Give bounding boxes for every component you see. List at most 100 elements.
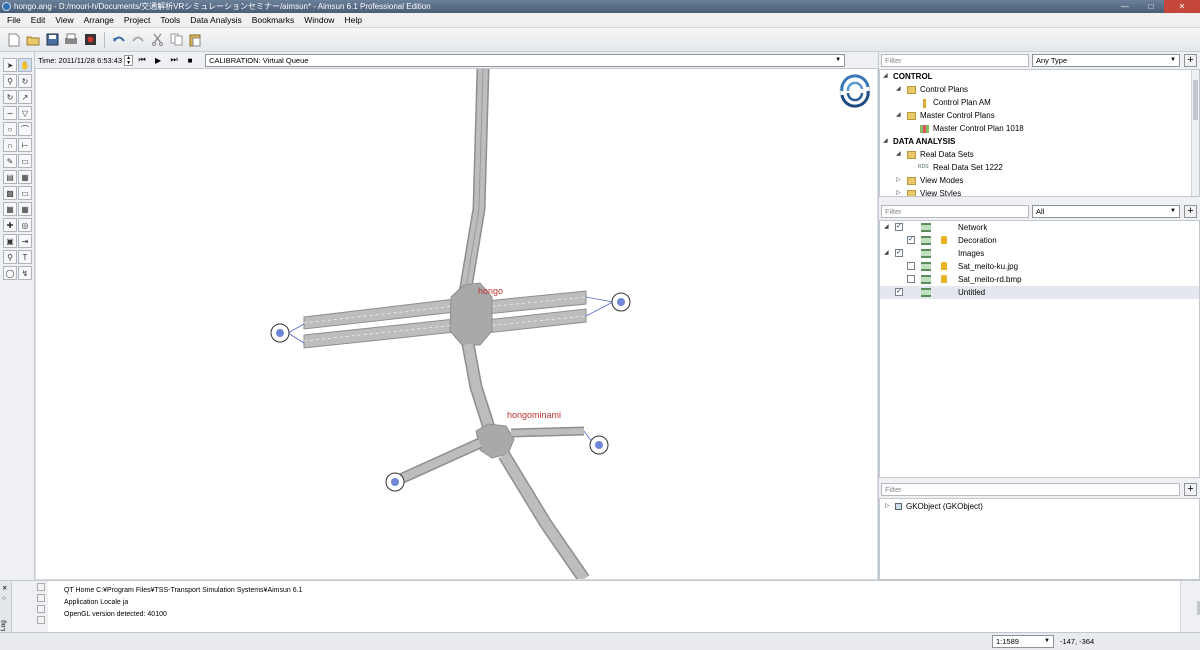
lock-icon[interactable] — [941, 275, 947, 283]
layer-untitled[interactable]: ✓ Untitled — [880, 286, 1199, 299]
collapse-arrow-icon[interactable]: ◢ — [896, 83, 904, 96]
record-icon[interactable] — [82, 32, 98, 48]
collapse-arrow-icon[interactable]: ◢ — [883, 135, 891, 148]
layer-checkbox[interactable] — [907, 262, 915, 270]
frame-icon[interactable]: ▭ — [18, 186, 32, 200]
pencil-icon[interactable]: ✎ — [3, 154, 17, 168]
scroll-thumb[interactable] — [1193, 80, 1198, 120]
save-icon[interactable] — [44, 32, 60, 48]
collapse-arrow-icon[interactable]: ◢ — [884, 221, 892, 234]
redo-icon[interactable] — [130, 32, 146, 48]
layer-checkbox[interactable]: ✓ — [895, 223, 903, 231]
centroid-icon[interactable]: ✚ — [3, 218, 17, 232]
pin-icon[interactable]: ○ — [2, 595, 6, 602]
layer-checkbox[interactable]: ✓ — [895, 249, 903, 257]
properties-filter-input[interactable]: Filter — [881, 483, 1180, 496]
new-file-icon[interactable] — [6, 32, 22, 48]
menu-bookmarks[interactable]: Bookmarks — [247, 13, 300, 28]
network-map[interactable]: hongo hongominami — [36, 69, 877, 579]
road-southwest[interactable] — [394, 439, 482, 485]
menu-data-analysis[interactable]: Data Analysis — [185, 13, 247, 28]
table-icon[interactable]: ▦ — [18, 202, 32, 216]
network-canvas[interactable]: hongo hongominami — [36, 69, 877, 579]
shape-icon[interactable]: ▽ — [18, 106, 32, 120]
menu-view[interactable]: View — [50, 13, 78, 28]
layers-add-button[interactable]: + — [1184, 205, 1197, 218]
close-icon[interactable]: ✕ — [2, 584, 7, 592]
expand-arrow-icon[interactable]: ▷ — [896, 187, 904, 196]
collapse-arrow-icon[interactable]: ◢ — [883, 70, 891, 83]
project-add-button[interactable]: + — [1184, 54, 1197, 67]
properties-add-button[interactable]: + — [1184, 483, 1197, 496]
target-icon[interactable]: ◎ — [18, 218, 32, 232]
maximize-button[interactable]: □ — [1138, 0, 1164, 13]
layers-filter-input[interactable]: Filter — [881, 205, 1029, 218]
arrow-tool-icon[interactable]: ⇥ — [18, 234, 32, 248]
collapse-arrow-icon[interactable]: ◢ — [896, 148, 904, 161]
expand-arrow-icon[interactable]: ▷ — [885, 500, 893, 513]
menu-file[interactable]: File — [2, 13, 26, 28]
log-tab[interactable]: ✕ ○ Log — [0, 581, 12, 633]
play-icon[interactable]: ▶ — [151, 56, 165, 65]
circle-icon[interactable]: ○ — [3, 122, 17, 136]
curve-icon[interactable]: ∼ — [3, 106, 17, 120]
zoom-icon[interactable]: ⚲ — [3, 74, 17, 88]
menu-help[interactable]: Help — [339, 13, 366, 28]
minimize-button[interactable]: — — [1112, 0, 1138, 13]
select-arrow-icon[interactable]: ➤ — [3, 58, 17, 72]
grid-icon[interactable]: ▦ — [3, 202, 17, 216]
project-scrollbar[interactable] — [1191, 70, 1199, 196]
layer-checkbox[interactable]: ✓ — [907, 236, 915, 244]
menu-window[interactable]: Window — [299, 13, 339, 28]
node-tool-icon[interactable]: ↻ — [3, 90, 17, 104]
pan-hand-icon[interactable]: ✋ — [18, 58, 32, 72]
arc-icon[interactable]: ⌒ — [18, 122, 32, 136]
scale-select[interactable]: 1:1589 ▼ — [992, 635, 1054, 648]
layer-checkbox[interactable]: ✓ — [895, 288, 903, 296]
cut-icon[interactable] — [149, 32, 165, 48]
lock-icon[interactable] — [941, 236, 947, 244]
layer-checkbox[interactable] — [907, 275, 915, 283]
menu-arrange[interactable]: Arrange — [79, 13, 119, 28]
help-icon[interactable]: ◯ — [3, 266, 17, 280]
print-icon[interactable] — [63, 32, 79, 48]
log-scrollbar[interactable] — [1180, 581, 1200, 633]
expand-arrow-icon[interactable]: ▷ — [896, 174, 904, 187]
camera-icon[interactable]: ▣ — [3, 234, 17, 248]
experiment-select[interactable]: CALIBRATION: Virtual Queue ▼ — [205, 53, 846, 67]
measure-icon[interactable]: ↯ — [18, 266, 32, 280]
close-button[interactable]: ✕ — [1164, 0, 1200, 13]
text-tool-icon[interactable]: T — [18, 250, 32, 264]
road-connector[interactable] — [463, 343, 496, 436]
open-folder-icon[interactable] — [25, 32, 41, 48]
connector-icon[interactable]: ⊢ — [18, 138, 32, 152]
balloon-icon[interactable]: ⚲ — [3, 250, 17, 264]
polyline-icon[interactable]: ↗ — [18, 90, 32, 104]
menu-edit[interactable]: Edit — [26, 13, 51, 28]
project-type-select[interactable]: Any Type ▼ — [1032, 54, 1180, 67]
layer-decoration[interactable]: ✓ Decoration — [880, 234, 1199, 247]
step-forward-icon[interactable]: ⏭ — [167, 55, 181, 65]
loop-icon[interactable]: ∩ — [3, 138, 17, 152]
menu-project[interactable]: Project — [119, 13, 155, 28]
lock-icon[interactable] — [941, 262, 947, 270]
menu-tools[interactable]: Tools — [155, 13, 185, 28]
detector-icon[interactable]: ▤ — [3, 170, 17, 184]
undo-icon[interactable] — [111, 32, 127, 48]
layer-network[interactable]: ◢ ✓ Network — [880, 221, 1199, 234]
signal-icon[interactable]: ▦ — [18, 170, 32, 184]
stop-icon[interactable]: ■ — [183, 56, 197, 65]
rectangle-icon[interactable]: ▭ — [18, 154, 32, 168]
layer-sat-meito-rd[interactable]: Sat_meito-rd.bmp — [880, 273, 1199, 286]
time-spinner[interactable]: ▲ ▼ — [124, 54, 134, 66]
rotate-icon[interactable]: ↻ — [18, 74, 32, 88]
collapse-arrow-icon[interactable]: ◢ — [896, 109, 904, 122]
copy-icon[interactable] — [168, 32, 184, 48]
layer-sat-meito-ku[interactable]: Sat_meito-ku.jpg — [880, 260, 1199, 273]
road-south[interactable] — [499, 452, 589, 579]
collapse-arrow-icon[interactable]: ◢ — [884, 247, 892, 260]
log-output[interactable]: QT Home C:¥Program Files¥TSS-Transport S… — [48, 581, 1200, 633]
vms-icon[interactable]: ▩ — [3, 186, 17, 200]
project-filter-input[interactable]: Filter — [881, 54, 1029, 67]
road-east-branch[interactable] — [510, 428, 585, 436]
